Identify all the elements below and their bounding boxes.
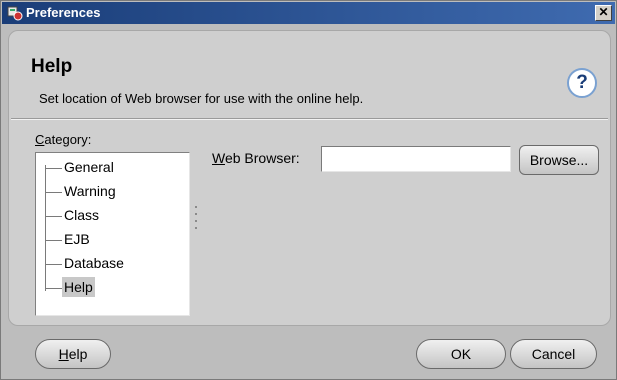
web-browser-label-text: eb Browser: bbox=[224, 150, 300, 166]
web-browser-input[interactable] bbox=[321, 146, 511, 172]
app-icon bbox=[7, 6, 23, 21]
splitter-handle[interactable] bbox=[195, 206, 198, 242]
tree-item-database[interactable]: Database bbox=[45, 253, 126, 273]
browse-button[interactable]: Browse... bbox=[519, 145, 599, 175]
tree-item-label: Database bbox=[64, 255, 124, 271]
tree-item-class[interactable]: Class bbox=[45, 205, 101, 225]
tree-branch bbox=[45, 264, 62, 266]
web-browser-mnemonic: W bbox=[212, 150, 225, 166]
close-button[interactable]: ✕ bbox=[595, 5, 612, 21]
help-glyph: ? bbox=[576, 72, 588, 93]
help-icon: ? bbox=[567, 68, 597, 98]
web-browser-label: Web Browser: bbox=[212, 150, 300, 166]
tree-item-warning[interactable]: Warning bbox=[45, 181, 118, 201]
tree-branch bbox=[45, 168, 62, 170]
help-mnemonic: H bbox=[58, 346, 69, 362]
tree-item-label: General bbox=[64, 159, 114, 175]
tree-branch bbox=[45, 240, 62, 242]
cancel-button[interactable]: Cancel bbox=[510, 339, 597, 369]
title-bar[interactable]: Preferences ✕ bbox=[2, 2, 615, 24]
tree-item-ejb[interactable]: EJB bbox=[45, 229, 92, 249]
header-divider-highlight bbox=[11, 119, 608, 120]
tree-item-general[interactable]: General bbox=[45, 157, 116, 177]
tree-item-label: EJB bbox=[64, 231, 90, 247]
window-title: Preferences bbox=[26, 5, 101, 20]
page-description: Set location of Web browser for use with… bbox=[39, 91, 364, 106]
category-tree[interactable]: General Warning Class EJB Database Help bbox=[35, 152, 190, 316]
tree-branch bbox=[45, 192, 62, 194]
ok-button[interactable]: OK bbox=[416, 339, 506, 369]
category-mnemonic: C bbox=[35, 132, 45, 147]
category-label: Category: bbox=[35, 132, 91, 147]
tree-branch bbox=[45, 288, 62, 290]
close-icon: ✕ bbox=[598, 5, 609, 19]
help-button[interactable]: Help bbox=[35, 339, 111, 369]
category-label-text: ategory: bbox=[44, 132, 92, 147]
page-title: Help bbox=[31, 56, 73, 77]
help-button-label: elp bbox=[68, 346, 88, 362]
tree-item-label: Class bbox=[64, 207, 100, 223]
tree-item-label: Help bbox=[62, 277, 95, 297]
tree-item-help[interactable]: Help bbox=[45, 277, 95, 297]
tree-branch bbox=[45, 216, 62, 218]
tree-item-label: Warning bbox=[64, 183, 116, 199]
preferences-dialog: Preferences ✕ Help Set location of Web b… bbox=[0, 0, 617, 380]
